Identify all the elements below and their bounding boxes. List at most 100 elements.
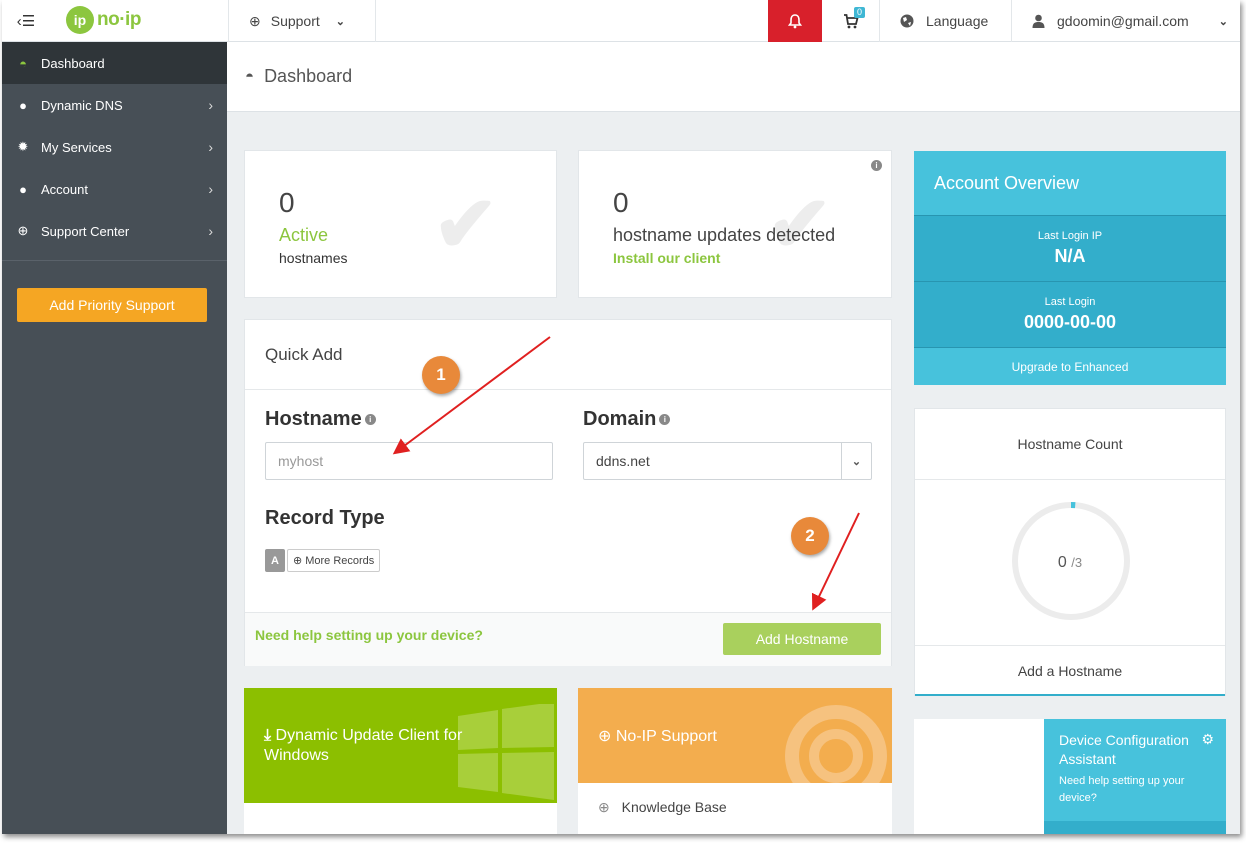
chevron-right-icon: › <box>208 139 213 155</box>
quick-add-title: Quick Add <box>265 345 343 364</box>
logo-mark-icon: ip <box>66 6 94 34</box>
globe-icon: ● <box>19 97 27 113</box>
divider <box>245 389 891 390</box>
divider <box>915 479 1225 480</box>
noip-logo[interactable]: ip no·ip <box>66 6 141 34</box>
support-menu[interactable]: ⊕ Support ⌄ <box>228 0 376 42</box>
sidebar-item-label: Dynamic DNS <box>41 97 123 113</box>
domain-label-text: Domain <box>583 408 657 430</box>
duc-body <box>244 803 557 834</box>
lifebuoy-icon: ⊕ <box>598 799 610 815</box>
install-client-link[interactable]: Install our client <box>613 250 720 266</box>
duc-header: ⤓ Dynamic Update Client for Windows <box>244 688 557 803</box>
add-priority-support-button[interactable]: Add Priority Support <box>17 288 207 322</box>
last-login-row: Last Login 0000-00-00 <box>914 281 1226 347</box>
sidebar-toggle-button[interactable]: ‹☰ <box>2 0 50 42</box>
support-header[interactable]: ⊕ No-IP Support <box>578 688 892 807</box>
sidebar-item-account[interactable]: ● Account › <box>2 168 227 210</box>
support-label: Support <box>270 13 320 29</box>
info-icon[interactable]: i <box>871 160 882 171</box>
knowledge-base-label: Knowledge Base <box>621 799 727 815</box>
top-navbar: ‹☰ ip no·ip ⊕ Support ⌄ 0 Language gdoom… <box>2 0 1240 42</box>
domain-label: Domain i <box>583 408 671 431</box>
chevron-right-icon: › <box>208 181 213 197</box>
divider <box>915 645 1225 646</box>
user-email: gdoomin@gmail.com <box>1057 13 1189 29</box>
sidebar-item-dashboard[interactable]: ◓ Dashboard <box>2 42 227 84</box>
app-window: ‹☰ ip no·ip ⊕ Support ⌄ 0 Language gdoom… <box>2 0 1240 834</box>
hostname-updates-card: ✔ i 0 hostname updates detected Install … <box>578 150 892 298</box>
add-hostname-link[interactable]: Add a Hostname <box>915 663 1225 679</box>
device-assistant-title: Device Configuration Assistant <box>1059 732 1189 767</box>
domain-select[interactable]: ddns.net ⌄ <box>583 442 872 480</box>
device-assistant-right: ⚙ Device Configuration Assistant Need he… <box>1044 719 1226 834</box>
dashboard-icon: ◓ <box>245 68 255 85</box>
chevron-down-icon: ⌄ <box>841 443 871 479</box>
quick-add-panel: Quick Add Hostname i myhost Domain i ddns.… <box>244 319 892 666</box>
account-overview-panel: Account Overview Last Login IP N/A Last … <box>914 151 1226 385</box>
hostname-input[interactable]: myhost <box>265 442 553 480</box>
quick-add-footer: Need help setting up your device? Add Ho… <box>245 612 891 666</box>
duc-title-text: Dynamic Update Client for Windows <box>264 727 463 764</box>
device-assistant-card[interactable]: ⚙ Device Configuration Assistant Need he… <box>914 719 1226 834</box>
language-label: Language <box>926 13 989 29</box>
chevron-right-icon: › <box>208 223 213 239</box>
more-records-button[interactable]: ⊕ More Records <box>287 549 381 572</box>
cart-button[interactable]: 0 <box>822 0 880 42</box>
sidebar-item-my-services[interactable]: ✹ My Services › <box>2 126 227 168</box>
more-records-label: More Records <box>305 554 375 567</box>
step-1-callout: 1 <box>422 356 460 394</box>
duc-title: ⤓ Dynamic Update Client for Windows <box>264 726 504 766</box>
support-title-text: No-IP Support <box>615 728 717 745</box>
last-login-value: 0000-00-00 <box>1023 312 1117 332</box>
lifebuoy-icon: ⊕ <box>17 223 29 238</box>
support-title: ⊕ No-IP Support <box>598 726 717 746</box>
sidebar: ◓ Dashboard ● Dynamic DNS › ✹ My Service… <box>2 42 227 834</box>
record-type-a-button[interactable]: A <box>265 549 285 572</box>
active-label: Active <box>279 225 329 245</box>
hostname-count-panel: Hostname Count 0 /3 Add a Hostname <box>914 408 1226 696</box>
info-icon[interactable]: i <box>364 414 376 426</box>
menu-icon: ‹☰ <box>16 13 36 30</box>
info-icon[interactable]: i <box>659 414 671 426</box>
last-login-ip-label: Last Login IP <box>1037 230 1103 242</box>
gear-icon: ✹ <box>17 139 29 154</box>
sidebar-item-dynamic-dns[interactable]: ● Dynamic DNS › <box>2 84 227 126</box>
noip-support-card: ⊕ No-IP Support ⊕ Knowledge Base <box>578 688 892 834</box>
lifebuoy-icon: ⊕ <box>249 12 261 29</box>
chevron-right-icon: › <box>208 97 213 113</box>
device-assistant-left <box>914 719 1044 834</box>
user-menu[interactable]: gdoomin@gmail.com ⌄ <box>1012 0 1240 42</box>
last-login-label: Last Login <box>1044 296 1096 308</box>
device-assistant-bar <box>1044 821 1226 834</box>
upgrade-enhanced-link[interactable]: Upgrade to Enhanced <box>914 347 1226 385</box>
chevron-down-icon: ⌄ <box>1218 15 1228 28</box>
language-menu[interactable]: Language <box>880 0 1012 42</box>
knowledge-base-link[interactable]: ⊕ Knowledge Base <box>578 783 892 834</box>
gears-icon: ⚙ <box>1201 731 1214 747</box>
active-sublabel: hostnames <box>279 250 348 266</box>
device-help-link[interactable]: Need help setting up your device? <box>255 627 483 643</box>
add-hostname-button[interactable]: Add Hostname <box>723 623 881 655</box>
duc-download-card[interactable]: ⤓ Dynamic Update Client for Windows <box>244 688 557 834</box>
hostname-label: Hostname i <box>265 408 376 431</box>
step-2-callout: 2 <box>791 517 829 555</box>
last-login-ip-row: Last Login IP N/A <box>914 215 1226 281</box>
active-hostnames-card: ✔ 0 Active hostnames <box>244 150 557 298</box>
domain-value: ddns.net <box>596 453 650 469</box>
record-type-label: Record Type <box>265 507 385 529</box>
device-assistant-text: Need help setting up your device? <box>1059 775 1185 804</box>
bell-icon <box>788 13 802 28</box>
checkmark-icon: ✔ <box>433 180 499 268</box>
lifebuoy-small-icon: ⊕ <box>598 728 612 745</box>
page-header: ◓ Dashboard <box>227 42 1240 112</box>
download-icon: ⤓ <box>264 727 272 744</box>
last-login-ip-value: N/A <box>1054 246 1086 266</box>
page-title: Dashboard <box>264 66 353 86</box>
account-overview-title: Account Overview <box>914 151 1226 215</box>
active-count: 0 <box>279 187 295 218</box>
user-icon: ● <box>19 181 27 197</box>
hostname-count-total: /3 <box>1071 555 1083 570</box>
notifications-button[interactable] <box>768 0 822 42</box>
sidebar-item-support-center[interactable]: ⊕ Support Center › <box>2 210 227 252</box>
